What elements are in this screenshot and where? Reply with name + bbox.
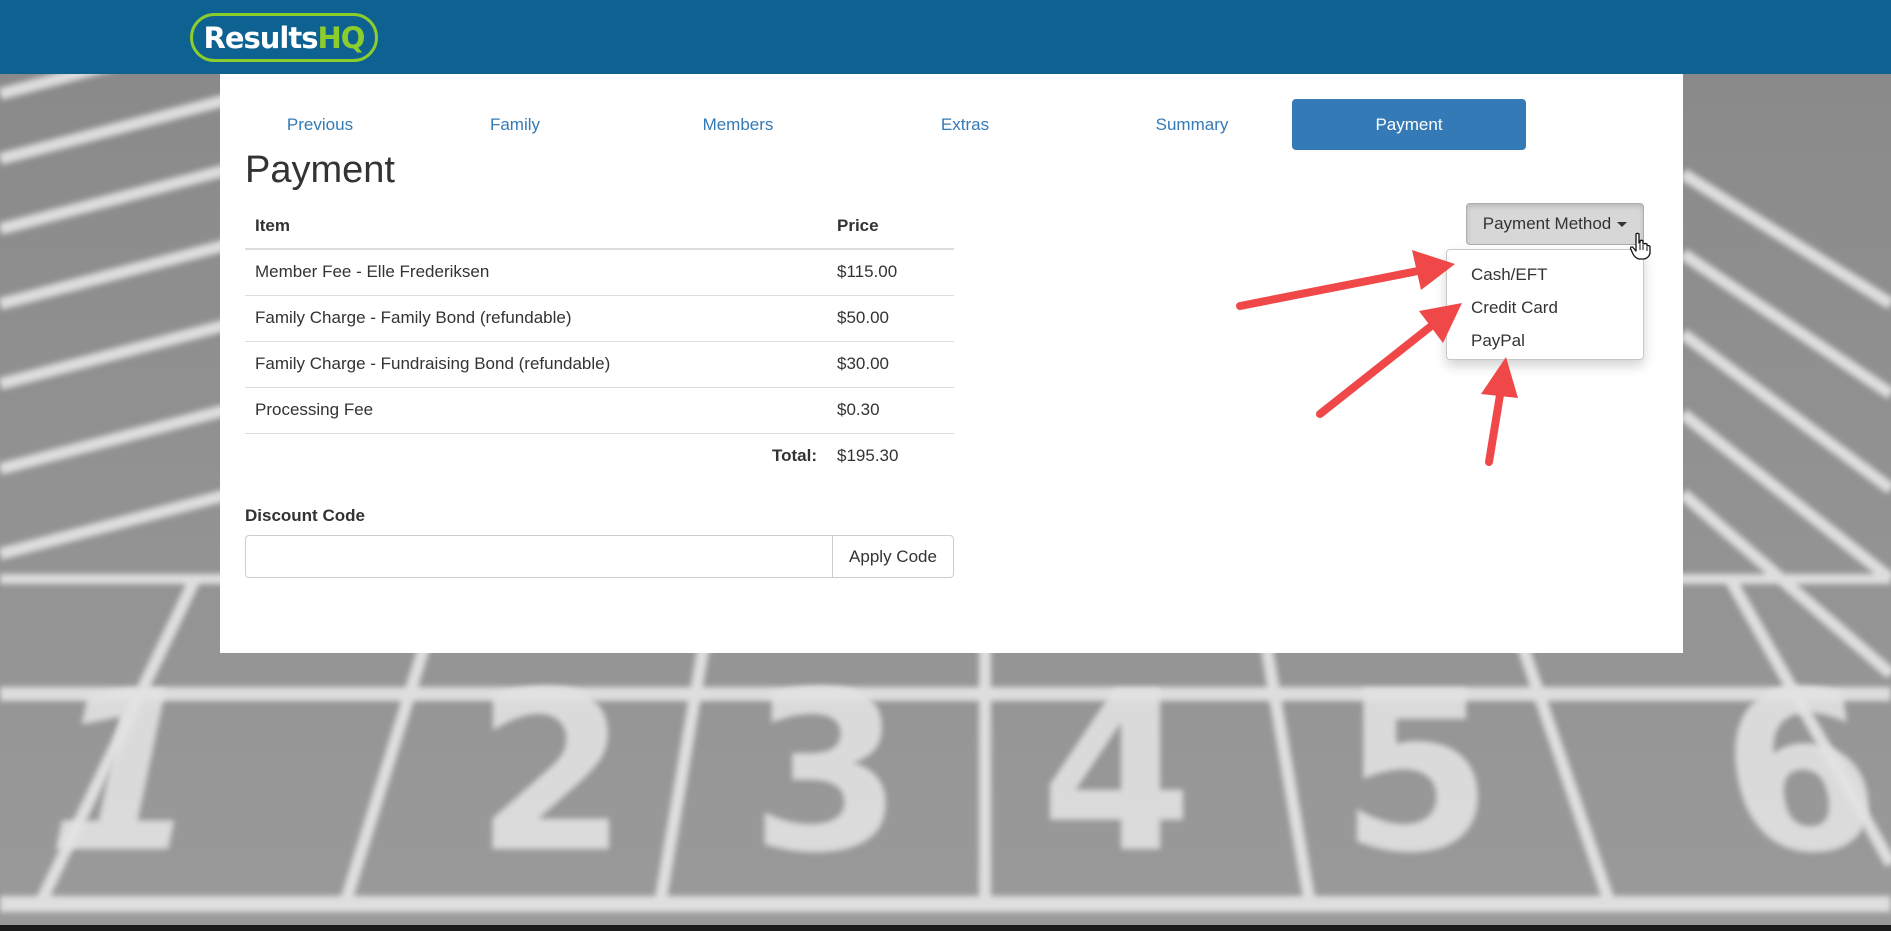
svg-text:5: 5 (1340, 645, 1493, 901)
table-header-row: Item Price (245, 204, 954, 250)
nav-summary[interactable]: Summary (1112, 99, 1272, 150)
table-row: Processing Fee $0.30 (245, 386, 954, 433)
payment-method-label: Payment Method (1482, 214, 1612, 233)
payment-method-menu: Cash/EFT Credit Card PayPal (1446, 249, 1644, 360)
nav-extras[interactable]: Extras (885, 99, 1045, 150)
nav-previous[interactable]: Previous (260, 99, 380, 150)
payment-option-credit-card[interactable]: Credit Card (1447, 293, 1643, 323)
table-row: Member Fee - Elle Frederiksen $115.00 (245, 249, 954, 295)
nav-members[interactable]: Members (658, 99, 818, 150)
svg-text:2: 2 (475, 645, 628, 901)
payment-items-table: Item Price Member Fee - Elle Frederiksen… (245, 204, 954, 479)
row-item: Member Fee - Elle Frederiksen (255, 262, 490, 282)
svg-text:4: 4 (1040, 645, 1193, 901)
hand-pointer-icon (1629, 232, 1651, 260)
row-price: $30.00 (827, 340, 954, 387)
payment-option-cash-eft[interactable]: Cash/EFT (1447, 260, 1643, 290)
total-value: $195.30 (827, 432, 954, 479)
logo-text-results: Results (203, 20, 319, 55)
svg-text:3: 3 (750, 645, 903, 901)
row-item: Family Charge - Fundraising Bond (refund… (245, 340, 827, 387)
wizard-nav: Previous Family Members Extras Summary P… (220, 99, 1683, 150)
bottom-strip (0, 925, 1891, 931)
discount-code-group: Apply Code (245, 535, 954, 578)
nav-family[interactable]: Family (440, 99, 590, 150)
row-price: $115.00 (837, 262, 898, 282)
top-bar: Results HQ (0, 0, 1891, 74)
nav-payment[interactable]: Payment (1292, 99, 1526, 150)
discount-code-label: Discount Code (245, 506, 365, 525)
total-row: Total: $195.30 (245, 432, 954, 479)
row-price: $50.00 (827, 294, 954, 341)
apply-code-button[interactable]: Apply Code (832, 535, 954, 578)
payment-option-paypal[interactable]: PayPal (1447, 326, 1643, 356)
table-row: Family Charge - Fundraising Bond (refund… (245, 340, 954, 387)
logo-text-hq: HQ (317, 20, 366, 55)
content-panel: Previous Family Members Extras Summary P… (220, 74, 1683, 653)
discount-code-input[interactable] (245, 535, 832, 578)
page-title: Payment (245, 149, 395, 191)
row-price: $0.30 (827, 386, 954, 433)
row-item: Processing Fee (245, 386, 827, 433)
row-item: Family Charge - Family Bond (refundable) (245, 294, 827, 341)
table-row: Family Charge - Family Bond (refundable)… (245, 294, 954, 341)
total-label: Total: (245, 432, 827, 479)
payment-method-button[interactable]: Payment Method (1466, 203, 1644, 245)
header-item: Item (245, 204, 827, 250)
resultshq-logo[interactable]: Results HQ (190, 13, 378, 62)
caret-down-icon (1617, 221, 1628, 227)
header-price: Price (827, 204, 954, 250)
